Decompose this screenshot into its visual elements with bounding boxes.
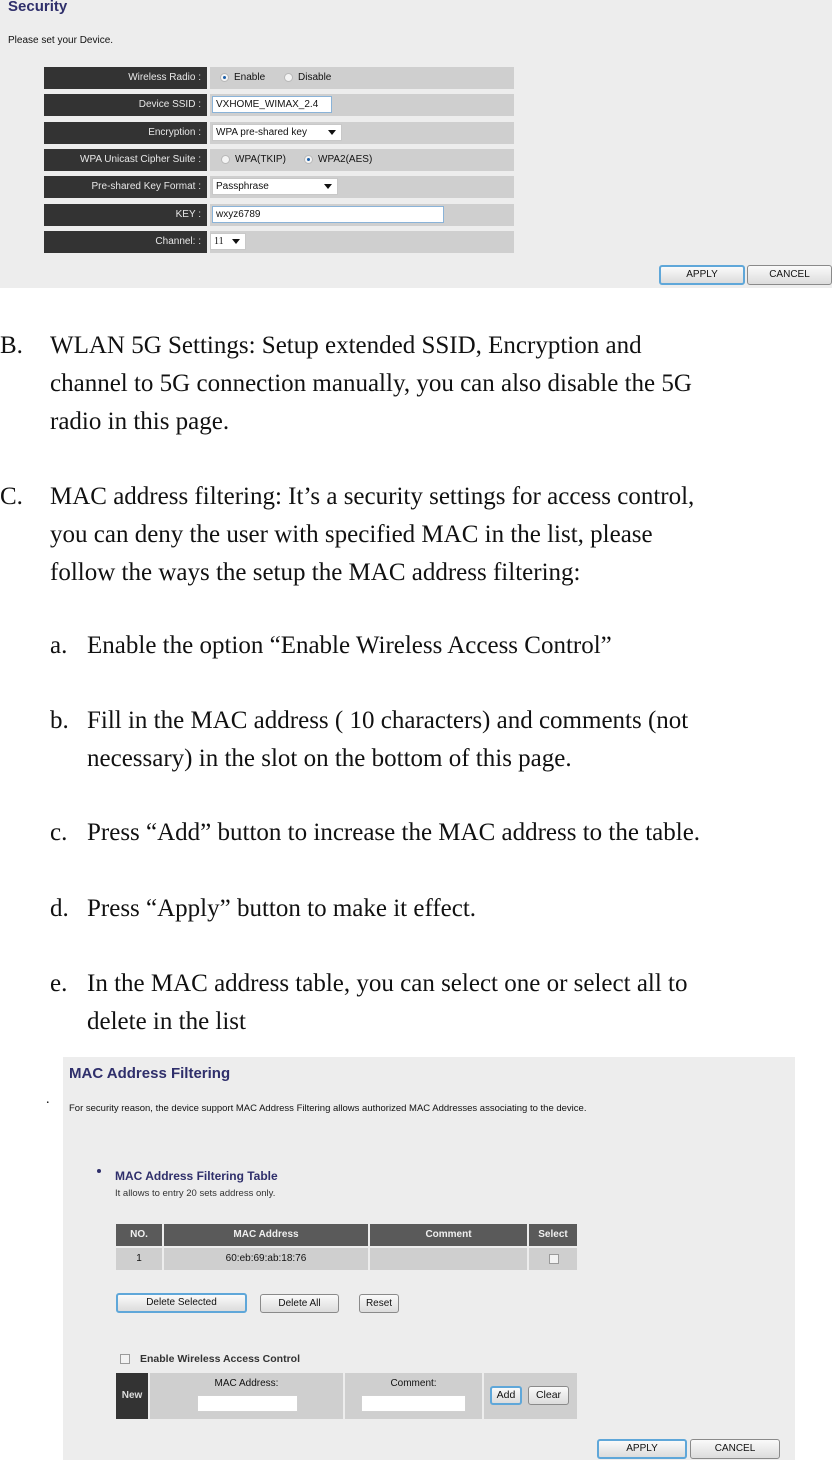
encryption-select[interactable]: WPA pre-shared key	[212, 124, 342, 141]
security-subtitle: Please set your Device.	[8, 35, 114, 46]
row-key-format: Pre-shared Key Format : Passphrase	[44, 176, 514, 198]
step-e: e. In the MAC address table, you can sel…	[0, 965, 832, 1041]
radio-disable-label: Disable	[298, 72, 332, 83]
step-e-line-2: delete in the list	[87, 1008, 246, 1035]
step-c: c. Press “Add” button to increase the MA…	[0, 814, 832, 852]
cancel-button[interactable]: CANCEL	[747, 265, 832, 285]
item-b-line-3: radio in this page.	[50, 408, 230, 435]
mac-filtering-screenshot: MAC Address Filtering For security reaso…	[63, 1057, 795, 1460]
row-cipher-suite: WPA Unicast Cipher Suite : WPA(TKIP) WPA…	[44, 149, 514, 171]
table-row-no: 1	[116, 1248, 162, 1270]
step-d: d. Press “Apply” button to make it effec…	[0, 890, 832, 928]
item-c-line-2: you can deny the user with specified MAC…	[50, 521, 653, 548]
radio-disable[interactable]	[284, 73, 293, 82]
column-header-mac-address: MAC Address	[164, 1224, 368, 1246]
encryption-label: Encryption :	[148, 127, 201, 138]
item-b-line-1: WLAN 5G Settings: Setup extended SSID, E…	[50, 332, 642, 359]
enable-access-control-label: Enable Wireless Access Control	[140, 1353, 300, 1365]
step-b-marker: b.	[50, 707, 69, 734]
row-encryption: Encryption : WPA pre-shared key	[44, 122, 514, 144]
radio-enable-label: Enable	[234, 72, 266, 83]
apply-button[interactable]: APPLY	[659, 265, 745, 285]
step-d-marker: d.	[50, 895, 69, 922]
item-b-line-2: channel to 5G connection manually, you c…	[50, 370, 692, 397]
row-device-ssid: Device SSID : VXHOME_WIMAX_2.4	[44, 94, 514, 116]
table-row-select-cell	[529, 1248, 577, 1270]
cipher-suite-label: WPA Unicast Cipher Suite :	[80, 154, 201, 165]
mac-cancel-button[interactable]: CANCEL	[690, 1439, 780, 1459]
step-a-line-1: Enable the option “Enable Wireless Acces…	[87, 632, 612, 659]
table-subtitle: It allows to entry 20 sets address only.	[115, 1188, 276, 1199]
mac-filtering-description: For security reason, the device support …	[69, 1103, 587, 1114]
radio-wpa-tkip-label: WPA(TKIP)	[235, 154, 286, 165]
delete-selected-button[interactable]: Delete Selected	[116, 1293, 247, 1313]
key-label: KEY :	[175, 209, 201, 220]
item-b-marker: B.	[0, 332, 23, 359]
key-input[interactable]: wxyz6789	[212, 206, 444, 223]
row-channel: Channel: : 11	[44, 231, 514, 253]
add-button[interactable]: Add	[490, 1386, 522, 1405]
device-ssid-label: Device SSID :	[138, 99, 201, 110]
chevron-down-icon	[324, 184, 332, 189]
step-d-line-1: Press “Apply” button to make it effect.	[87, 895, 477, 922]
step-a-marker: a.	[50, 632, 68, 659]
channel-value: 11	[214, 236, 224, 247]
key-format-select[interactable]: Passphrase	[212, 178, 338, 195]
radio-wpa2-aes[interactable]	[304, 155, 313, 164]
table-row-mac: 60:eb:69:ab:18:76	[164, 1248, 368, 1270]
item-c-marker: C.	[0, 483, 23, 510]
table-row-select-checkbox[interactable]	[549, 1254, 559, 1264]
new-label: New	[116, 1373, 148, 1419]
security-screenshot: Security Please set your Device. Wireles…	[0, 0, 832, 288]
item-c: C. MAC address filtering: It’s a securit…	[0, 478, 832, 592]
channel-label: Channel: :	[155, 236, 201, 247]
new-mac-address-input[interactable]	[197, 1395, 298, 1412]
mac-apply-button[interactable]: APPLY	[597, 1439, 687, 1459]
mac-filtering-title: MAC Address Filtering	[69, 1065, 231, 1082]
channel-select[interactable]: 11	[210, 233, 246, 250]
item-c-line-3: follow the ways the setup the MAC addres…	[50, 559, 581, 586]
table-title: MAC Address Filtering Table	[115, 1169, 278, 1183]
radio-wpa2-aes-label: WPA2(AES)	[318, 154, 373, 165]
column-header-no: NO.	[116, 1224, 162, 1246]
row-wireless-radio: Wireless Radio : Enable Disable	[44, 67, 514, 89]
wireless-radio-label: Wireless Radio :	[128, 72, 201, 83]
step-c-line-1: Press “Add” button to increase the MAC a…	[87, 819, 701, 846]
item-b: B. WLAN 5G Settings: Setup extended SSID…	[0, 327, 832, 441]
step-e-line-1: In the MAC address table, you can select…	[87, 970, 688, 997]
enable-access-control-checkbox[interactable]	[120, 1354, 130, 1364]
row-key: KEY : wxyz6789	[44, 204, 514, 226]
step-a: a. Enable the option “Enable Wireless Ac…	[0, 627, 832, 665]
stray-dot: .	[46, 1092, 50, 1107]
chevron-down-icon	[328, 130, 336, 135]
step-b: b. Fill in the MAC address ( 10 characte…	[0, 702, 832, 778]
key-format-label: Pre-shared Key Format :	[91, 181, 201, 192]
key-format-value: Passphrase	[216, 181, 269, 192]
table-row-comment	[370, 1248, 527, 1270]
delete-all-button[interactable]: Delete All	[260, 1294, 339, 1313]
step-b-line-1: Fill in the MAC address ( 10 characters)…	[87, 707, 689, 734]
item-c-line-1: MAC address filtering: It’s a security s…	[50, 483, 695, 510]
mac-field-label: MAC Address:	[214, 1378, 279, 1389]
reset-button[interactable]: Reset	[359, 1294, 399, 1313]
new-comment-input[interactable]	[361, 1395, 466, 1412]
encryption-value: WPA pre-shared key	[216, 127, 307, 138]
chevron-down-icon	[232, 239, 240, 244]
security-title: Security	[8, 0, 68, 15]
column-header-comment: Comment	[370, 1224, 527, 1246]
radio-wpa-tkip[interactable]	[221, 155, 230, 164]
clear-button[interactable]: Clear	[528, 1386, 569, 1405]
step-e-marker: e.	[50, 970, 68, 997]
device-ssid-input[interactable]: VXHOME_WIMAX_2.4	[212, 96, 332, 113]
column-header-select: Select	[529, 1224, 577, 1246]
step-b-line-2: necessary) in the slot on the bottom of …	[87, 745, 572, 772]
radio-enable[interactable]	[220, 73, 229, 82]
bullet-icon	[97, 1169, 101, 1173]
comment-field-label: Comment:	[390, 1378, 437, 1389]
step-c-marker: c.	[50, 819, 68, 846]
